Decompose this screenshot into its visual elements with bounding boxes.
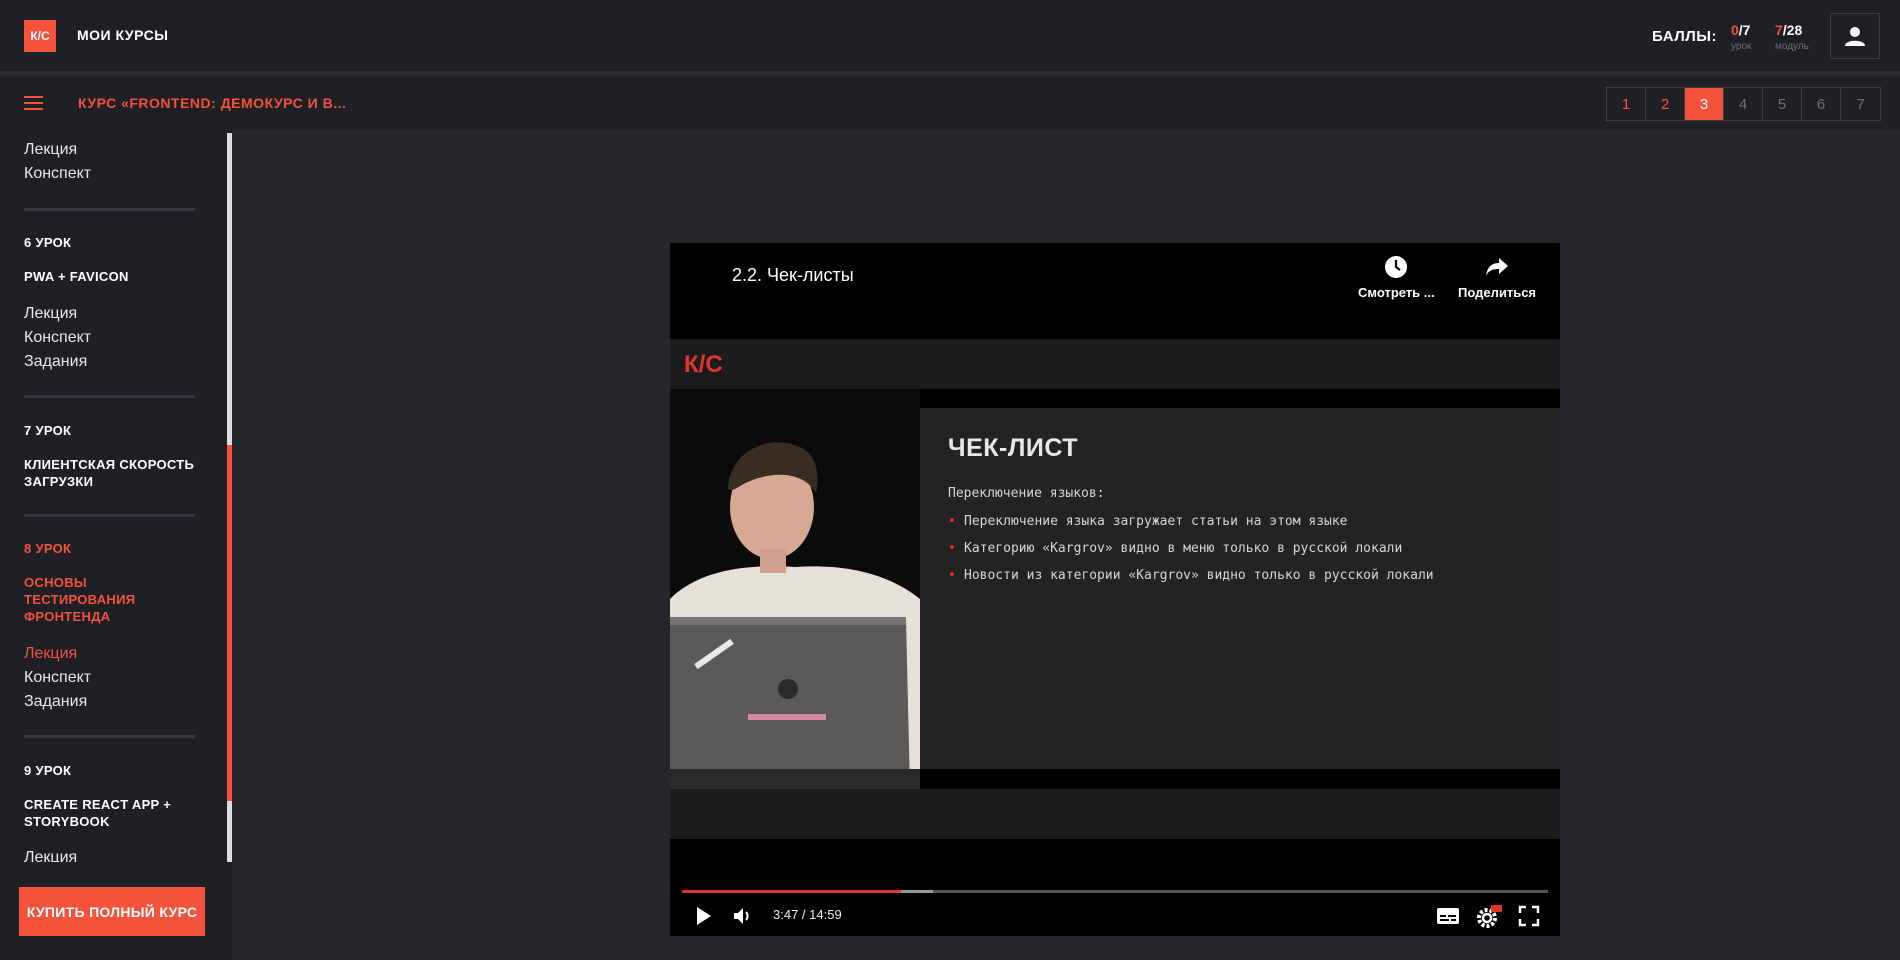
course-bar: КУРС «FRONTEND: ДЕМОКУРС И В... 1 2 3 4 … [0,77,1900,129]
lesson-score-total: /7 [1738,22,1751,38]
lesson-9-title[interactable]: CREATE REACT APP + STORYBOOK [24,796,199,830]
slide-subtitle: Переключение языков: [948,486,1105,501]
lesson-8-tasks[interactable]: Задания [24,693,87,711]
sidebar-divider [24,514,195,517]
video-frame: К/С ЧЕК-ЛИСТ Переключение языков: Перекл… [670,339,1560,839]
page-4[interactable]: 4 [1724,88,1763,120]
sidebar-divider [24,395,195,398]
lesson-6-lecture[interactable]: Лекция [24,305,77,323]
sidebar-divider [24,735,195,738]
slide-bullet: Новости из категории «Kargrov» видно тол… [948,566,1434,586]
sidebar: Лекция Конспект 6 УРОК PWA + FAVICON Лек… [0,129,232,960]
lesson-7-head: 7 УРОК [24,423,72,438]
lesson-6-tasks[interactable]: Задания [24,353,87,371]
lesson-6-title[interactable]: PWA + FAVICON [24,268,199,285]
watch-later-button[interactable]: Смотреть ... [1358,255,1435,300]
settings-hd-icon[interactable] [1476,905,1502,929]
menu-icon[interactable] [24,96,43,110]
slide-bullet: Переключение языка загружает статьи на э… [948,512,1464,532]
play-icon[interactable] [692,905,714,927]
fullscreen-icon[interactable] [1518,905,1540,927]
lesson-8-lecture[interactable]: Лекция [24,645,77,663]
video-player[interactable]: 2.2. Чек-листы Смотреть ... Поделиться К… [670,243,1560,936]
clock-icon [1385,256,1408,278]
lesson-pager: 1 2 3 4 5 6 7 [1606,87,1881,121]
top-bar: К/С МОИ КУРСЫ БАЛЛЫ: 0/7 урок 7/28 модул… [0,0,1900,74]
video-frame-logo: К/С [684,351,723,378]
module-score-earned: 7 [1775,22,1783,38]
share-button[interactable]: Поделиться [1458,255,1536,300]
lesson-8-notes[interactable]: Конспект [24,669,91,687]
sidebar-divider [24,208,195,211]
my-courses-link[interactable]: МОИ КУРСЫ [77,27,168,43]
course-title[interactable]: КУРС «FRONTEND: ДЕМОКУРС И В... [78,95,346,111]
lesson-score-earned: 0 [1731,22,1739,38]
lesson-score-caption: урок [1731,41,1752,52]
module-score-total: /28 [1782,22,1803,38]
sidebar-link-lecture[interactable]: Лекция [24,141,77,159]
user-icon [1845,27,1865,46]
page-1[interactable]: 1 [1607,88,1646,120]
buy-full-course-button[interactable]: КУПИТЬ ПОЛНЫЙ КУРС [19,887,205,936]
lesson-7-title[interactable]: КЛИЕНТСКАЯ СКОРОСТЬ ЗАГРУЗКИ [24,456,199,490]
video-title[interactable]: 2.2. Чек-листы [732,265,854,286]
lesson-9-head: 9 УРОК [24,763,72,778]
sidebar-list[interactable]: Лекция Конспект 6 УРОК PWA + FAVICON Лек… [0,129,225,862]
lesson-9-lecture[interactable]: Лекция [24,849,77,862]
sidebar-scroll-thumb[interactable] [227,445,232,801]
logo[interactable]: К/С [24,20,56,52]
lesson-score: 0/7 урок [1731,22,1751,52]
share-icon [1486,258,1509,276]
share-label: Поделиться [1458,285,1537,300]
page-7[interactable]: 7 [1841,88,1880,120]
sidebar-link-notes[interactable]: Конспект [24,165,91,183]
page-3[interactable]: 3 [1685,88,1724,120]
lesson-8-head: 8 УРОК [24,541,72,556]
lesson-8-title[interactable]: ОСНОВЫ ТЕСТИРОВАНИЯ ФРОНТЕНДА [24,574,199,625]
slide-bullet: Категорию «Kargrov» видно в меню только … [948,539,1464,559]
lesson-6-notes[interactable]: Конспект [24,329,91,347]
lesson-6-head: 6 УРОК [24,235,72,250]
page-2[interactable]: 2 [1646,88,1685,120]
presenter-video [670,389,920,789]
module-score: 7/28 модуль [1775,22,1809,52]
video-progress-bar[interactable] [682,890,1548,893]
profile-button[interactable] [1830,13,1880,59]
slide: ЧЕК-ЛИСТ Переключение языков: Переключен… [920,408,1560,769]
volume-icon[interactable] [732,905,754,927]
watch-later-label: Смотреть ... [1358,285,1435,300]
video-time: 3:47 / 14:59 [773,907,842,922]
played-bar [682,890,901,893]
module-score-caption: модуль [1775,41,1809,52]
presenter-image [670,389,920,789]
score-label: БАЛЛЫ: [1652,28,1717,45]
page-5[interactable]: 5 [1763,88,1802,120]
subtitles-icon[interactable] [1436,905,1460,927]
slide-title: ЧЕК-ЛИСТ [948,434,1079,462]
page-6[interactable]: 6 [1802,88,1841,120]
